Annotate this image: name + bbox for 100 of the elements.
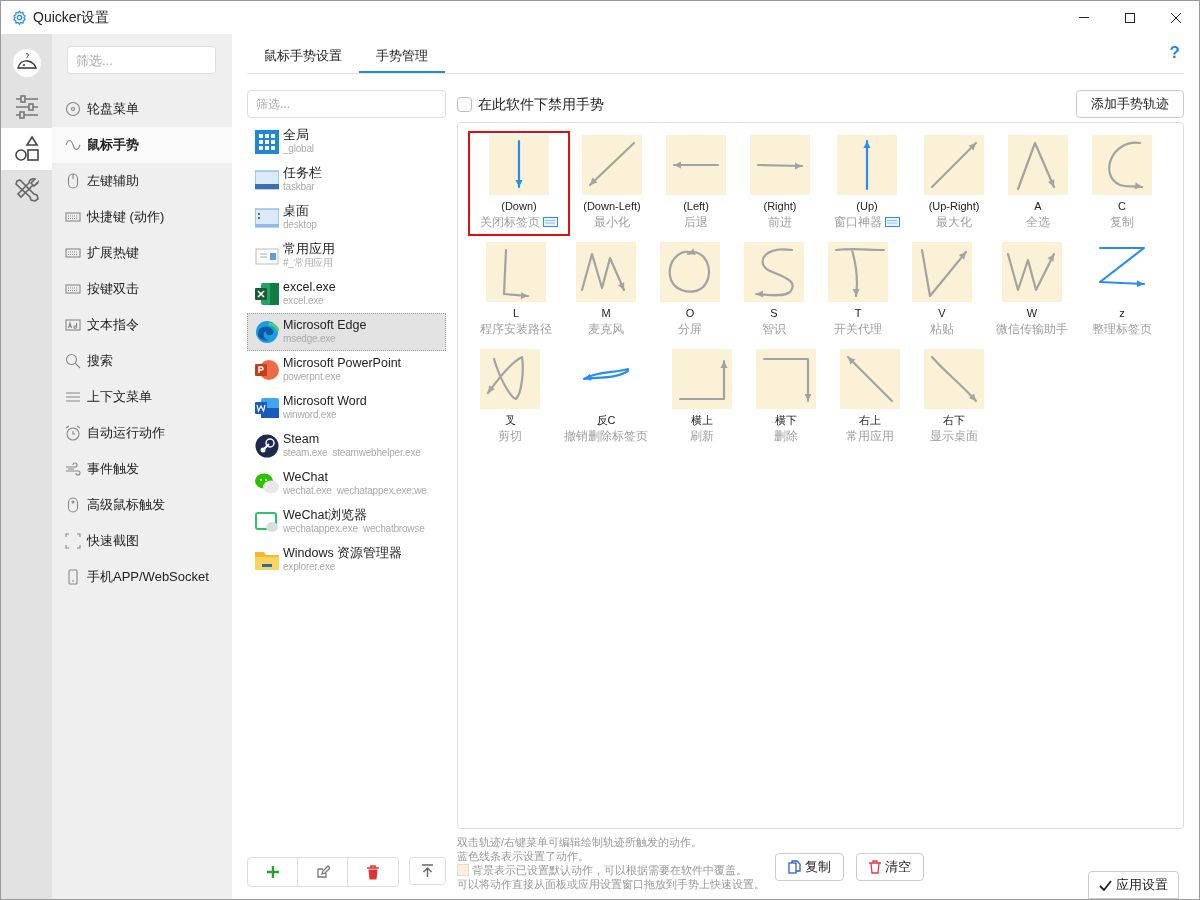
hint-text: 背景表示已设置默认动作，可以根据需要在软件中覆盖。 bbox=[472, 863, 747, 877]
gesture-item[interactable]: z 整理标签页 bbox=[1080, 238, 1164, 343]
gesture-name: O bbox=[685, 306, 695, 320]
nav-item[interactable]: 快捷键 (动作) bbox=[52, 199, 232, 235]
hint-text: 可以将动作直接从面板或应用设置窗口拖放到手势上快速设置。 bbox=[457, 877, 765, 891]
lines-icon bbox=[65, 389, 81, 405]
gesture-item[interactable]: S 智识 bbox=[732, 238, 816, 343]
gesture-name: (Down-Left) bbox=[583, 199, 641, 213]
app-item[interactable]: Steam steam.exe steamwebhelper.exe bbox=[247, 427, 446, 465]
nav-item[interactable]: 事件触发 bbox=[52, 451, 232, 487]
gesture-name: (Up-Right) bbox=[928, 199, 980, 213]
gesture-name: (Right) bbox=[763, 199, 797, 213]
gesture-item[interactable]: L 程序安装路径 bbox=[468, 238, 564, 343]
app-item[interactable]: Microsoft PowerPoint powerpnt.exe bbox=[247, 351, 446, 389]
export-button[interactable] bbox=[409, 857, 446, 885]
app-process: desktop bbox=[283, 218, 317, 232]
gesture-name: 右上 bbox=[859, 413, 881, 427]
gesture-item[interactable]: 横上 刷新 bbox=[660, 345, 744, 450]
gesture-item[interactable]: C 复制 bbox=[1080, 131, 1164, 236]
gesture-action: 整理标签页 bbox=[1092, 321, 1152, 337]
gesture-name: M bbox=[601, 306, 611, 320]
app-item[interactable]: WeChat wechat.exe wechatappex.exe;we bbox=[247, 465, 446, 503]
gesture-action: 显示桌面 bbox=[930, 428, 978, 444]
app-item[interactable]: 常用应用 #_常用应用 bbox=[247, 237, 446, 275]
keyboard-icon bbox=[65, 281, 81, 297]
tab[interactable]: 鼠标手势设置 bbox=[247, 41, 359, 73]
nav-item[interactable]: 自动运行动作 bbox=[52, 415, 232, 451]
app-item[interactable]: excel.exe excel.exe bbox=[247, 275, 446, 313]
window-title: Quicker设置 bbox=[33, 8, 110, 27]
app-name: 全局 bbox=[283, 128, 310, 142]
maximize-icon bbox=[1125, 12, 1135, 23]
gesture-name: L bbox=[512, 306, 520, 320]
copy-button[interactable]: 复制 bbox=[775, 853, 844, 881]
app-item[interactable]: Microsoft Word winword.exe bbox=[247, 389, 446, 427]
gesture-item[interactable]: 右下 显示桌面 bbox=[912, 345, 996, 450]
app-name: excel.exe bbox=[283, 280, 336, 294]
nav-item[interactable]: 轮盘菜单 bbox=[52, 91, 232, 127]
gesture-action: 删除 bbox=[774, 428, 798, 444]
rail-button[interactable] bbox=[1, 128, 52, 170]
desktop-icon bbox=[255, 206, 279, 230]
gesture-item[interactable]: 横下 删除 bbox=[744, 345, 828, 450]
settings-icon bbox=[12, 10, 27, 25]
nav-item[interactable]: 手机APP/WebSocket bbox=[52, 559, 232, 595]
gesture-item[interactable]: 反C 撤销删除标签页 bbox=[552, 345, 660, 450]
tab[interactable]: 手势管理 bbox=[359, 41, 445, 73]
gesture-action: 撤销删除标签页 bbox=[564, 428, 648, 444]
edit-icon bbox=[315, 865, 330, 879]
gesture-item[interactable]: A 全选 bbox=[996, 131, 1080, 236]
app-process: msedge.exe bbox=[283, 332, 337, 346]
app-process: taskbar bbox=[283, 180, 316, 194]
gesture-item[interactable]: (Down) 关闭标签页 bbox=[468, 131, 570, 236]
app-item[interactable]: 任务栏 taskbar bbox=[247, 161, 446, 199]
gesture-item[interactable]: (Up-Right) 最大化 bbox=[912, 131, 996, 236]
help-button[interactable]: ? bbox=[1169, 39, 1180, 65]
filter-field[interactable]: 筛选... bbox=[247, 90, 446, 118]
gesture-item[interactable]: W 微信传输助手 bbox=[984, 238, 1080, 343]
nav-item[interactable]: 按键双击 bbox=[52, 271, 232, 307]
gesture-item[interactable]: (Up) 窗口神器 bbox=[822, 131, 912, 236]
trash-icon bbox=[366, 864, 380, 880]
app-item[interactable]: Microsoft Edge msedge.exe bbox=[247, 313, 446, 351]
gesture-name: T bbox=[854, 306, 862, 320]
copy-icon bbox=[788, 860, 801, 874]
app-item[interactable]: WeChat浏览器 wechatappex.exe wechatbrowse bbox=[247, 503, 446, 541]
ad-icon bbox=[65, 317, 81, 333]
gesture-item[interactable]: (Left) 后退 bbox=[654, 131, 738, 236]
gesture-name: C bbox=[1118, 199, 1126, 213]
add-gesture-button[interactable]: 添加手势轨迹 bbox=[1076, 90, 1184, 118]
trash-icon bbox=[869, 860, 881, 874]
filter-field[interactable]: 筛选... bbox=[67, 46, 216, 74]
app-item[interactable]: 全局 _global bbox=[247, 123, 446, 161]
gesture-action: 后退 bbox=[684, 214, 708, 230]
nav-item[interactable]: 扩展热键 bbox=[52, 235, 232, 271]
gesture-action: 程序安装路径 bbox=[480, 321, 552, 337]
keyboard-icon bbox=[65, 245, 81, 261]
gesture-item[interactable]: 右上 常用应用 bbox=[828, 345, 912, 450]
nav-item[interactable]: 鼠标手势 bbox=[52, 127, 232, 163]
nav-item[interactable]: 左键辅助 bbox=[52, 163, 232, 199]
gesture-item[interactable]: M 麦克风 bbox=[564, 238, 648, 343]
nav-item[interactable]: 高级鼠标触发 bbox=[52, 487, 232, 523]
app-item[interactable]: Windows 资源管理器 explorer.exe bbox=[247, 541, 446, 579]
app-process: #_常用应用 bbox=[283, 256, 334, 270]
gesture-name: z bbox=[1119, 306, 1125, 320]
apply-settings-button[interactable]: 应用设置 bbox=[1088, 871, 1179, 899]
checkbox-label: 在此软件下禁用手势 bbox=[478, 94, 604, 114]
gesture-item[interactable]: V 粘贴 bbox=[900, 238, 984, 343]
nav-item[interactable]: 文本指令 bbox=[52, 307, 232, 343]
gesture-item[interactable]: 叉 剪切 bbox=[468, 345, 552, 450]
app-item[interactable]: 桌面 desktop bbox=[247, 199, 446, 237]
clear-button[interactable]: 清空 bbox=[856, 853, 924, 881]
checkbox[interactable] bbox=[457, 96, 472, 112]
nav-item[interactable]: 上下文菜单 bbox=[52, 379, 232, 415]
nav-item[interactable]: 搜索 bbox=[52, 343, 232, 379]
gesture-action: 复制 bbox=[1110, 214, 1134, 230]
gesture-item[interactable]: (Down-Left) 最小化 bbox=[570, 131, 654, 236]
gesture-item[interactable]: T 开关代理 bbox=[816, 238, 900, 343]
gesture-item[interactable]: (Right) 前进 bbox=[738, 131, 822, 236]
app-name: Microsoft Word bbox=[283, 394, 367, 408]
nav-item[interactable]: 快速截图 bbox=[52, 523, 232, 559]
gesture-item[interactable]: O 分屏 bbox=[648, 238, 732, 343]
gesture-name: S bbox=[770, 306, 778, 320]
